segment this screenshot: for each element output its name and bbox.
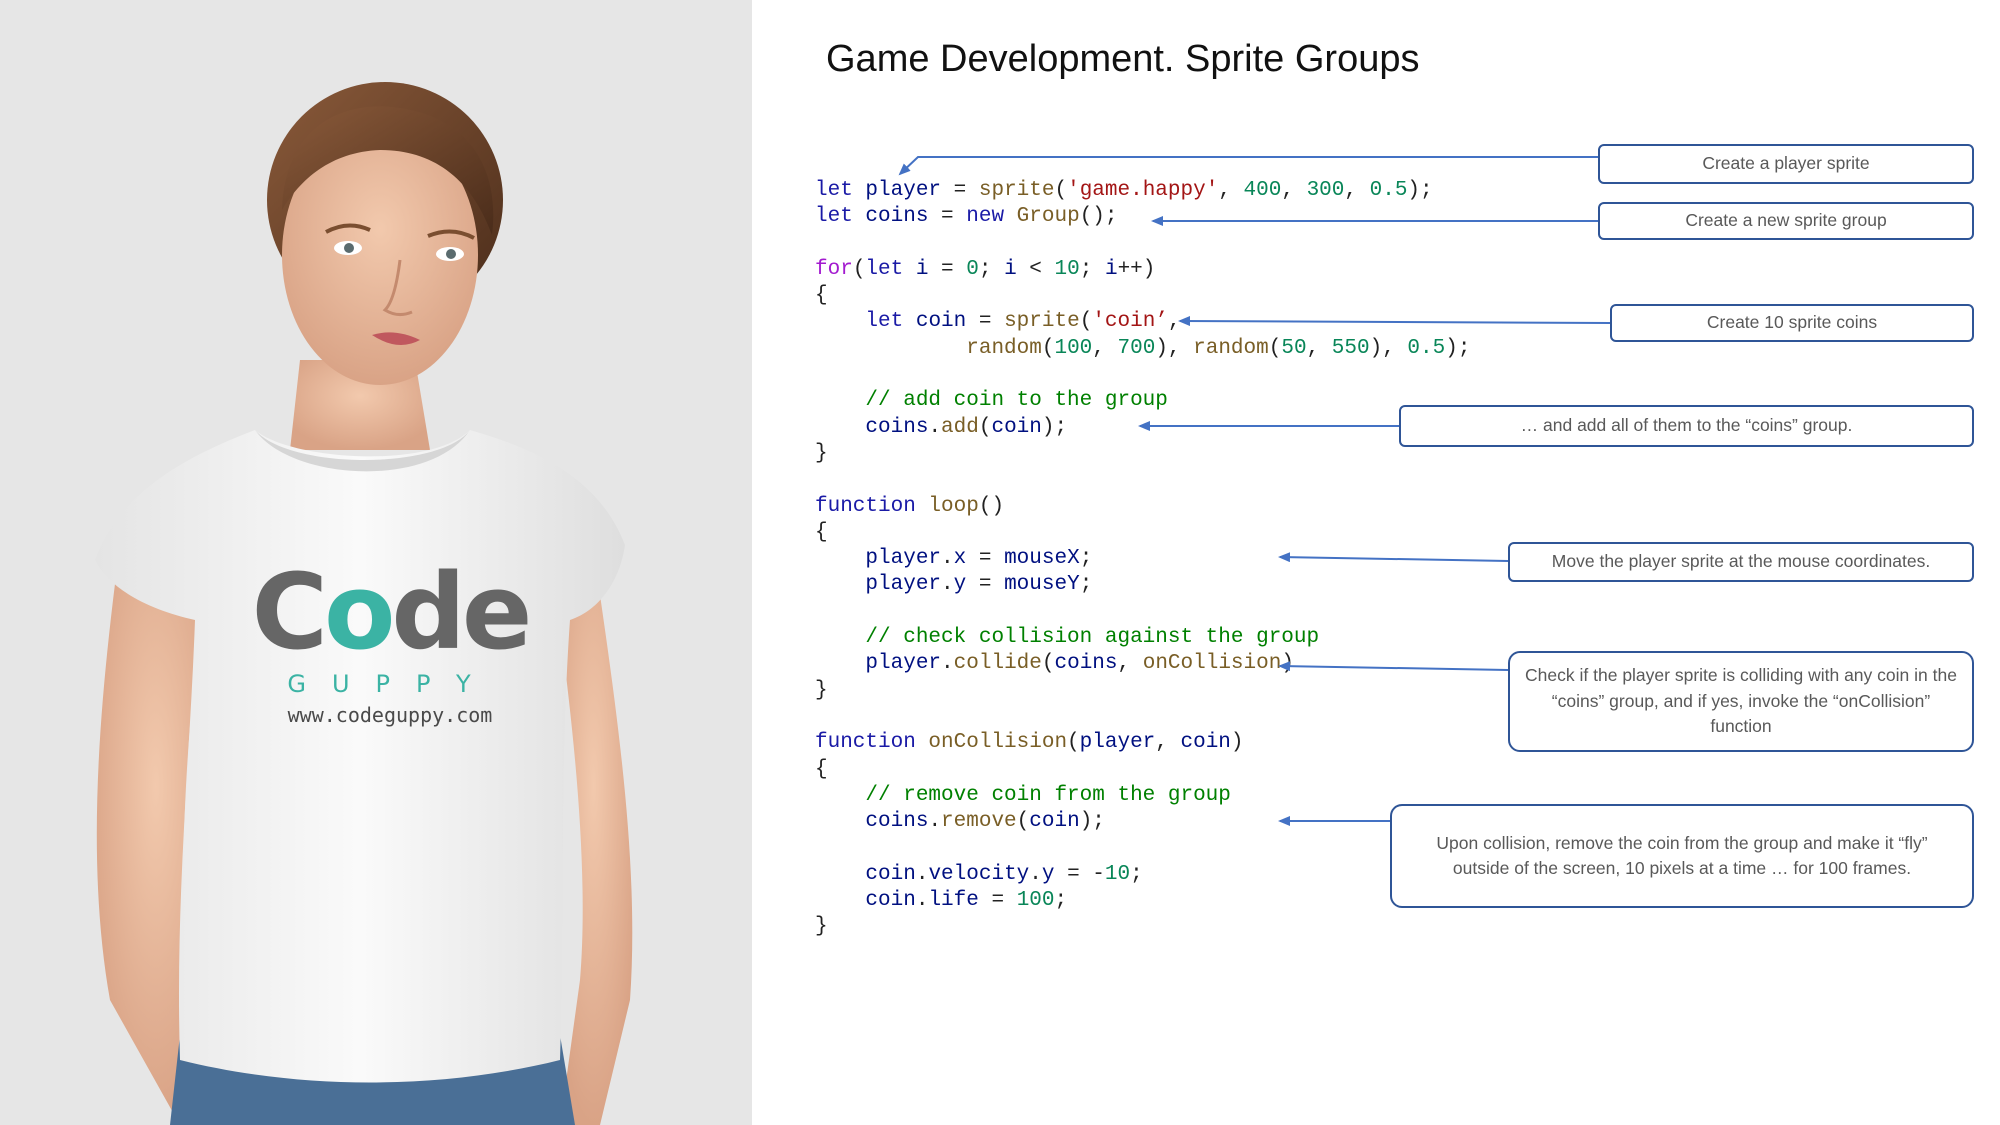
callout-upon-collision: Upon collision, remove the coin from the…	[1390, 804, 1974, 908]
callout-check-collision: Check if the player sprite is colliding …	[1508, 651, 1974, 752]
callout-add-group: … and add all of them to the “coins” gro…	[1399, 405, 1974, 447]
callout-player-sprite: Create a player sprite	[1598, 144, 1974, 184]
arrow-move-player	[1278, 552, 1509, 563]
callout-coins: Create 10 sprite coins	[1610, 304, 1974, 342]
arrow-player-sprite	[898, 156, 1598, 176]
arrow-check-collision	[1278, 661, 1509, 672]
arrow-coins	[1178, 316, 1611, 327]
callout-sprite-group: Create a new sprite group	[1598, 202, 1974, 240]
callout-move-player: Move the player sprite at the mouse coor…	[1508, 542, 1974, 582]
